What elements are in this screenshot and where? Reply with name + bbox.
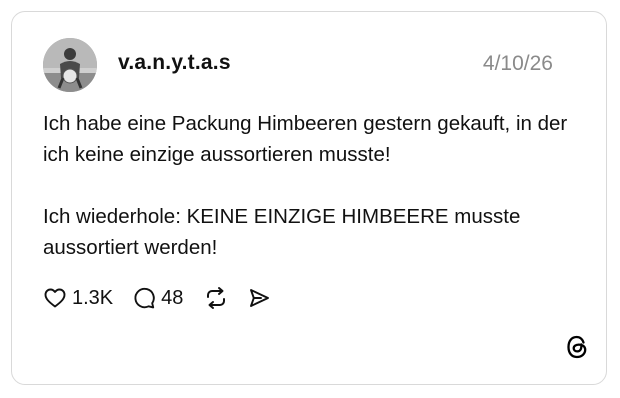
reply-button[interactable]: 48 xyxy=(132,286,183,310)
like-count: 1.3K xyxy=(72,286,114,309)
avatar[interactable] xyxy=(43,38,97,92)
reply-count: 48 xyxy=(161,286,184,309)
post-date: 4/10/26 xyxy=(482,52,553,75)
share-button[interactable] xyxy=(247,286,271,310)
heart-icon xyxy=(44,288,66,308)
post-paragraph: Ich wiederhole: KEINE EINZIGE HIMBEERE m… xyxy=(43,205,521,259)
threads-logo-icon xyxy=(564,334,590,360)
repost-icon xyxy=(207,287,226,309)
post-paragraph: Ich habe eine Packung Himbeeren gestern … xyxy=(43,112,568,166)
repost-button[interactable] xyxy=(203,285,229,311)
send-icon xyxy=(250,289,270,307)
username[interactable]: v.a.n.y.t.a.s xyxy=(118,51,231,75)
post-text: Ich habe eine Packung Himbeeren gestern … xyxy=(43,108,583,263)
avatar-photo xyxy=(43,38,97,92)
action-bar: 1.3K 48 xyxy=(43,284,271,312)
post-card: v.a.n.y.t.a.s 4/10/26 Ich habe eine Pack… xyxy=(11,11,607,385)
like-button[interactable]: 1.3K xyxy=(43,286,113,310)
speech-bubble-icon xyxy=(134,287,155,309)
